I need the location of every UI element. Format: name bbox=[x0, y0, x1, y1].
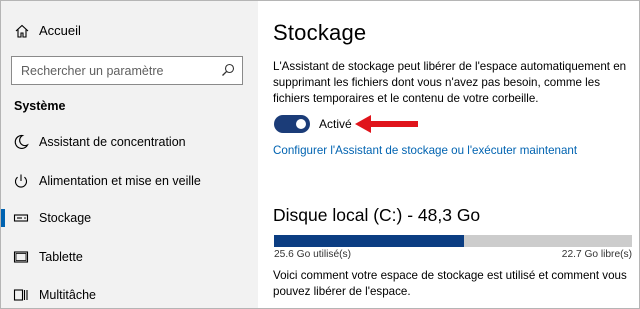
sidebar-item-storage[interactable]: Stockage bbox=[1, 201, 258, 235]
sidebar-item-focus-assist[interactable]: Assistant de concentration bbox=[1, 125, 258, 159]
page-title: Stockage bbox=[273, 20, 367, 45]
sidebar: Accueil Système Assistant de concentrati… bbox=[1, 1, 258, 308]
storage-info-text: Voici comment votre espace de stockage e… bbox=[273, 269, 627, 298]
sidebar-item-label: Stockage bbox=[39, 211, 92, 225]
storage-sense-description: L'Assistant de stockage peut libérer de … bbox=[273, 60, 627, 105]
disk-usage-bar[interactable] bbox=[274, 235, 632, 247]
sidebar-item-multitasking[interactable]: Multitâche bbox=[1, 278, 258, 309]
section-title: Système bbox=[14, 99, 66, 113]
storage-icon bbox=[13, 210, 29, 226]
sidebar-item-power-sleep[interactable]: Alimentation et mise en veille bbox=[1, 164, 258, 198]
sidebar-item-label: Multitâche bbox=[39, 288, 96, 302]
sidebar-item-label: Accueil bbox=[39, 23, 81, 38]
toggle-knob bbox=[296, 119, 306, 129]
search-input[interactable] bbox=[12, 57, 212, 84]
toggle-label: Activé bbox=[319, 117, 352, 131]
active-indicator bbox=[1, 209, 5, 227]
main-content: Stockage L'Assistant de stockage peut li… bbox=[258, 1, 639, 308]
annotation-arrow-icon bbox=[355, 115, 418, 133]
storage-sense-toggle[interactable] bbox=[274, 115, 310, 133]
search-icon[interactable] bbox=[221, 63, 235, 77]
configure-storage-sense-link[interactable]: Configurer l'Assistant de stockage ou l'… bbox=[273, 144, 577, 157]
sidebar-item-label: Alimentation et mise en veille bbox=[39, 174, 201, 188]
sidebar-item-home[interactable]: Accueil bbox=[1, 15, 258, 47]
search-box[interactable] bbox=[11, 56, 243, 85]
used-space-label: 25.6 Go utilisé(s) bbox=[274, 249, 352, 260]
disk-title: Disque local (C:) - 48,3 Go bbox=[273, 205, 481, 225]
sidebar-item-label: Assistant de concentration bbox=[39, 135, 186, 149]
home-icon bbox=[14, 23, 30, 39]
sidebar-item-tablet[interactable]: Tablette bbox=[1, 240, 258, 274]
moon-icon bbox=[13, 134, 29, 150]
multitask-icon bbox=[13, 287, 29, 303]
sidebar-item-label: Tablette bbox=[39, 250, 83, 264]
tablet-icon bbox=[13, 249, 29, 265]
power-icon bbox=[13, 173, 29, 189]
disk-usage-fill bbox=[274, 235, 464, 247]
free-space-label: 22.7 Go libre(s) bbox=[561, 249, 632, 260]
